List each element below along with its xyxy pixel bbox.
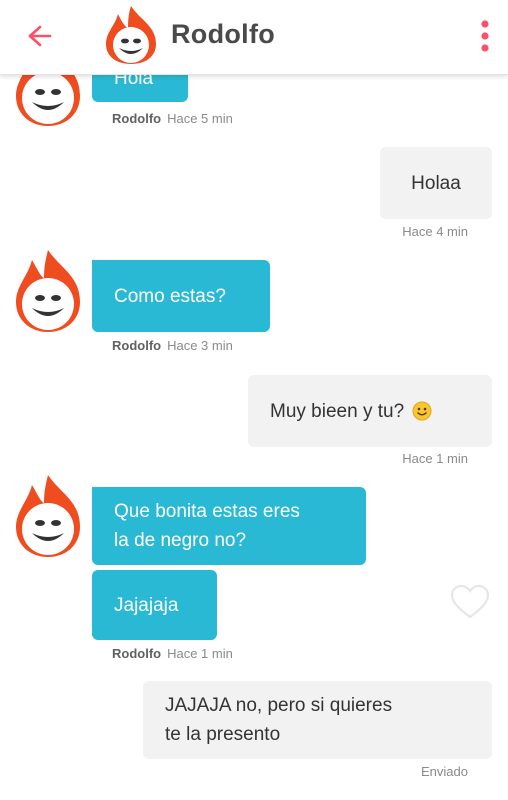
message-bubble[interactable]: Como estas? [92,260,270,332]
message-time: Hace 1 min [402,451,468,466]
message-line: te la presento [165,724,281,745]
message-bubble[interactable]: JAJAJA no, pero si quieres te la present… [143,681,492,759]
sender-name: Rodolfo [112,646,162,661]
message-time: Hace 5 min [167,111,233,126]
back-arrow-icon[interactable] [24,21,54,51]
more-options-icon[interactable] [473,16,497,56]
message-meta: Rodolfo Hace 3 min [112,338,233,353]
message-bubble[interactable]: Jajajaja [92,570,217,640]
message-meta: Rodolfo Hace 1 min [112,646,233,661]
chat-header: Rodolfo [0,0,508,75]
sender-name: Rodolfo [112,111,162,126]
contact-name[interactable]: Rodolfo [171,19,275,50]
avatar[interactable] [10,246,86,334]
message-text: Muy bieen y tu? [270,400,405,422]
avatar[interactable] [10,471,86,559]
message-text: Jajajaja [114,594,179,616]
message-line: Que bonita estas eres [114,501,300,522]
message-time: Hace 4 min [402,224,468,239]
header-avatar[interactable] [102,4,160,66]
message-time: Hace 1 min [167,646,233,661]
heart-icon[interactable] [450,584,490,620]
smiley-emoji-icon [412,401,432,421]
message-text: Holaa [411,172,461,194]
message-text: Como estas? [114,285,226,307]
message-line: JAJAJA no, pero si quieres [165,695,393,716]
message-bubble[interactable]: Holaa [380,147,492,219]
message-meta: Rodolfo Hace 5 min [112,111,233,126]
chat-feed[interactable]: Hola Rodolfo Hace 5 min Holaa Hace 4 min … [0,0,508,800]
message-line: la de negro no? [114,530,247,551]
message-bubble[interactable]: Muy bieen y tu? [248,375,492,447]
message-time: Hace 3 min [167,338,233,353]
message-status: Enviado [421,764,468,779]
message-bubble[interactable]: Que bonita estas eres la de negro no? [92,487,366,565]
sender-name: Rodolfo [112,338,162,353]
